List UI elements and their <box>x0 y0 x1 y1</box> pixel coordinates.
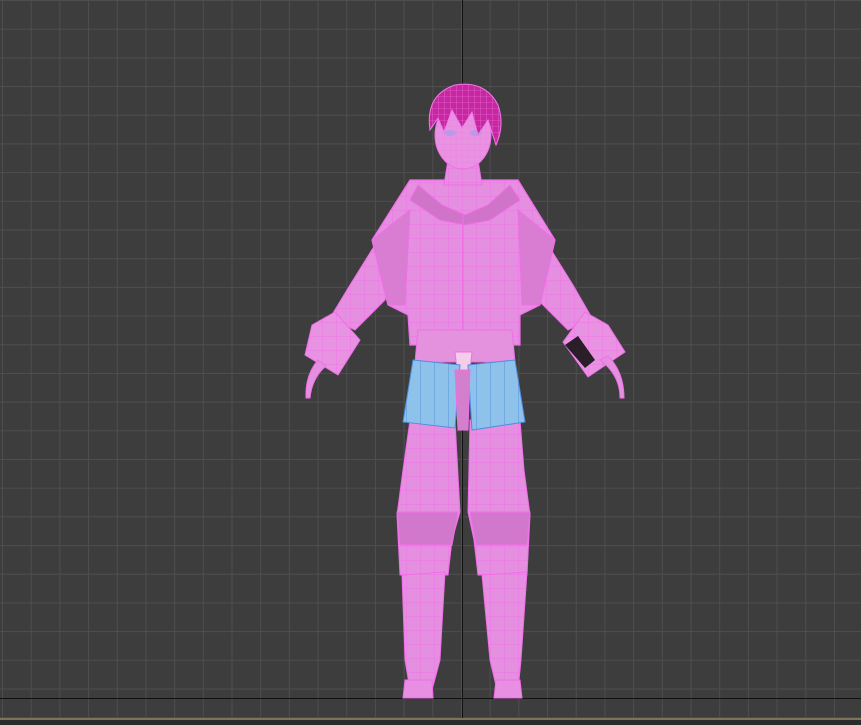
left-leg <box>396 419 461 699</box>
3d-viewport-front[interactable] <box>0 0 861 725</box>
viewport-bottom-edge <box>0 718 861 725</box>
character-model[interactable] <box>0 0 861 725</box>
shorts <box>402 359 526 431</box>
right-leg <box>467 419 531 699</box>
torso <box>371 179 556 371</box>
